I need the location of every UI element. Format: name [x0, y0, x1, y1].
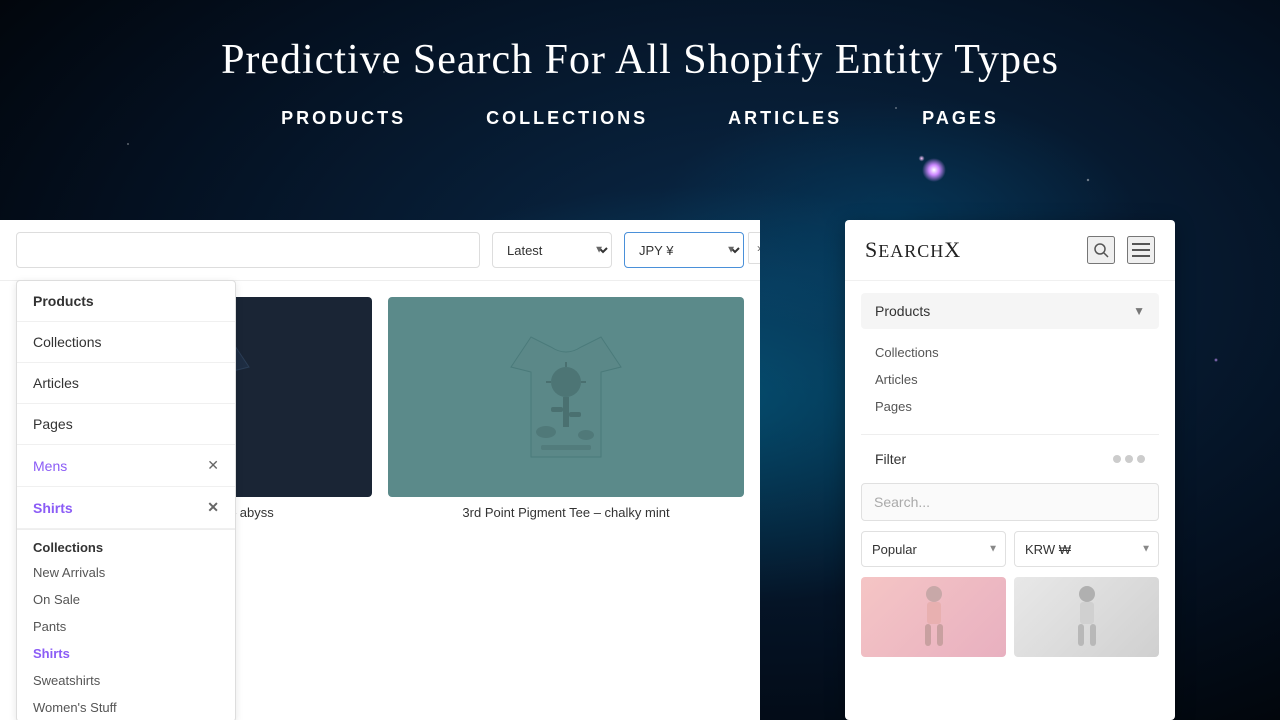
left-panel: Latest ▼ JPY ¥ ▼ › Products Collections …	[0, 220, 760, 720]
filter-section: Filter	[861, 443, 1159, 475]
sort-select-wrapper: Latest ▼	[492, 232, 612, 268]
product-name-2: 3rd Point Pigment Tee – chalky mint	[388, 505, 744, 520]
accordion-chevron-down-icon: ▼	[1133, 304, 1145, 318]
dropdown-sweatshirts[interactable]: Sweatshirts	[17, 667, 235, 694]
product-thumbnails	[861, 577, 1159, 657]
searchx-search-input[interactable]	[861, 483, 1159, 521]
shirts-close-icon[interactable]: ✕	[207, 499, 219, 516]
product-thumb-2[interactable]	[1014, 577, 1159, 657]
filter-search-input[interactable]	[16, 232, 480, 268]
searchx-icons	[1087, 236, 1155, 264]
dropdown-collections[interactable]: Collections	[17, 322, 235, 363]
dropdown-collections-header: Collections	[17, 529, 235, 559]
nav-collections[interactable]: COLLECTIONS	[486, 108, 648, 129]
dropdown-mens-filter[interactable]: Mens ✕	[17, 445, 235, 487]
dropdown-pants[interactable]: Pants	[17, 613, 235, 640]
filter-dot-3	[1137, 455, 1145, 463]
product-card-2[interactable]: 3rd Point Pigment Tee – chalky mint	[388, 297, 744, 537]
dropdown-on-sale[interactable]: On Sale	[17, 586, 235, 613]
sub-articles[interactable]: Articles	[875, 366, 1145, 393]
accordion-sub-items: Collections Articles Pages	[861, 333, 1159, 426]
dropdown-articles[interactable]: Articles	[17, 363, 235, 404]
divider-1	[861, 434, 1159, 435]
sort-select[interactable]: Latest	[492, 232, 612, 268]
searchx-search-button[interactable]	[1087, 236, 1115, 264]
searchx-header: SEARCHX	[845, 220, 1175, 281]
figure-1-svg	[909, 582, 959, 652]
sort-select-wrap: Popular ▼	[861, 531, 1006, 567]
dropdown-shirts-collection[interactable]: Shirts	[17, 640, 235, 667]
right-panel: SEARCHX	[760, 220, 1280, 720]
currency-select[interactable]: JPY ¥	[624, 232, 744, 268]
panel-chevron-button[interactable]: ›	[748, 232, 760, 264]
search-icon	[1093, 242, 1109, 258]
dropdown-new-arrivals[interactable]: New Arrivals	[17, 559, 235, 586]
accordion-products-label: Products	[875, 303, 930, 319]
dropdown-overlay: Products Collections Articles Pages Mens…	[16, 280, 236, 720]
searchx-input-wrap	[861, 483, 1159, 521]
dropdown-shirts-filter[interactable]: Shirts ✕	[17, 487, 235, 529]
filter-dots	[1113, 455, 1145, 463]
tshirt-2-svg	[501, 317, 631, 477]
searchx-logo-text: SEARCHX	[865, 237, 961, 262]
hero-nav: PRODUCTS COLLECTIONS ARTICLES PAGES	[0, 108, 1280, 129]
sub-collections[interactable]: Collections	[875, 339, 1145, 366]
menu-icon	[1132, 243, 1150, 257]
star-glow	[922, 158, 946, 182]
dropdown-products[interactable]: Products	[17, 281, 235, 322]
currency-select-wrap: KRW ₩ ▼	[1014, 531, 1159, 567]
filter-bar: Latest ▼ JPY ¥ ▼ ›	[0, 220, 760, 281]
product-image-2	[388, 297, 744, 497]
currency-select-wrapper: JPY ¥ ▼	[624, 232, 744, 268]
searchx-logo: SEARCHX	[865, 237, 961, 263]
dropdown-pages[interactable]: Pages	[17, 404, 235, 445]
nav-pages[interactable]: PAGES	[922, 108, 999, 129]
searchx-x: X	[944, 237, 961, 262]
hero-title: Predictive Search For All Shopify Entity…	[0, 36, 1280, 84]
filter-section-label: Filter	[875, 451, 906, 467]
nav-articles[interactable]: ARTICLES	[728, 108, 842, 129]
searchx-currency-select[interactable]: KRW ₩	[1014, 531, 1159, 567]
sub-pages[interactable]: Pages	[875, 393, 1145, 420]
filter-dot-1	[1113, 455, 1121, 463]
accordion-products: Products ▼	[861, 293, 1159, 329]
nav-products[interactable]: PRODUCTS	[281, 108, 406, 129]
searchx-filters-row: Popular ▼ KRW ₩ ▼	[861, 531, 1159, 567]
hero-section: Predictive Search For All Shopify Entity…	[0, 0, 1280, 129]
filter-dot-2	[1125, 455, 1133, 463]
dropdown-womens-stuff[interactable]: Women's Stuff	[17, 694, 235, 720]
product-thumb-1[interactable]	[861, 577, 1006, 657]
accordion-products-header[interactable]: Products ▼	[861, 293, 1159, 329]
searchx-body: Products ▼ Collections Articles Pages Fi…	[845, 281, 1175, 669]
searchx-sort-select[interactable]: Popular	[861, 531, 1006, 567]
searchx-menu-button[interactable]	[1127, 236, 1155, 264]
figure-2-svg	[1062, 582, 1112, 652]
searchx-widget: SEARCHX	[845, 220, 1175, 720]
main-area: Latest ▼ JPY ¥ ▼ › Products Collections …	[0, 220, 1280, 720]
mens-close-icon[interactable]: ✕	[207, 457, 219, 474]
